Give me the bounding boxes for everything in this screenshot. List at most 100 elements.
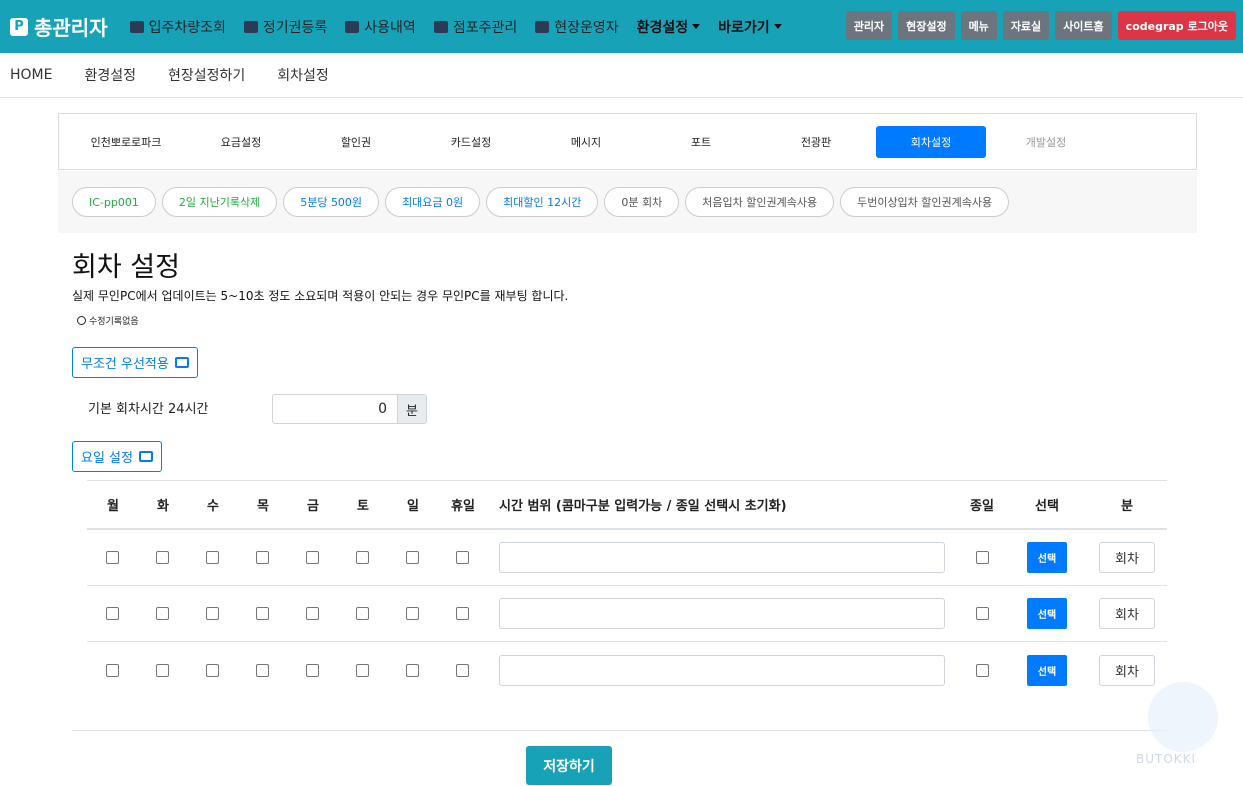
checkbox-fri[interactable] [306, 530, 319, 585]
header-tue: 화 [157, 499, 169, 514]
priority-apply-button[interactable]: 무조건 우선적용 [72, 347, 198, 378]
table-header: 월 화 수 목 금 토 일 휴일 시간 범위 (콤마구분 입력가능 / 종일 선… [87, 480, 1167, 530]
divider [72, 730, 1167, 731]
nav-settings-dropdown[interactable]: 환경설정 [637, 17, 701, 37]
tab-port[interactable]: 포트 [646, 126, 756, 158]
nav-store-owner[interactable]: 점포주관리 [433, 17, 517, 37]
return-minutes-field[interactable]: 회차 [1099, 642, 1155, 698]
site-home-button[interactable]: 사이트홈 [1055, 11, 1112, 40]
checkbox-thu[interactable] [256, 586, 269, 641]
pill-repeat-entry[interactable]: 두번이상입차 할인권계속사용 [840, 187, 1010, 217]
select-button[interactable]: 선택 [1027, 586, 1067, 641]
header-select: 선택 [1035, 499, 1059, 514]
checkbox-thu[interactable] [256, 530, 269, 585]
breadcrumb-settings[interactable]: 환경설정 [84, 65, 136, 85]
header-thu: 목 [257, 499, 269, 514]
table-row: 선택 회차 [87, 642, 1167, 698]
breadcrumb-site-settings[interactable]: 현장설정하기 [168, 65, 245, 85]
pill-site-code[interactable]: IC-pp001 [72, 187, 156, 217]
tab-dev-settings[interactable]: 개발설정 [991, 126, 1101, 158]
checkbox-thu[interactable] [256, 642, 269, 698]
header-sat: 토 [357, 499, 369, 514]
checkbox-mon[interactable] [106, 642, 119, 698]
day-settings-button[interactable]: 요일 설정 [72, 441, 162, 472]
checkbox-holiday[interactable] [456, 642, 469, 698]
return-minutes-field[interactable]: 회차 [1099, 530, 1155, 585]
checkbox-sun[interactable] [406, 642, 419, 698]
base-return-minutes-input[interactable]: 0 [272, 394, 398, 424]
checkbox-allday[interactable] [976, 530, 989, 585]
pill-log-delete[interactable]: 2일 지난기록삭제 [161, 187, 278, 217]
tab-discount[interactable]: 할인권 [301, 126, 411, 158]
save-button[interactable]: 저장하기 [526, 746, 612, 785]
tab-return-settings[interactable]: 회차설정 [876, 125, 986, 158]
menu-button[interactable]: 메뉴 [960, 11, 997, 40]
site-settings-button[interactable]: 현장설정 [898, 11, 955, 40]
printer-icon [345, 20, 360, 33]
nav-vehicle-search[interactable]: 입주차량조회 [129, 17, 226, 37]
header-sun: 일 [407, 499, 419, 514]
time-range-input[interactable] [499, 530, 945, 585]
checkbox-holiday[interactable] [456, 586, 469, 641]
time-range-input[interactable] [499, 642, 945, 698]
tab-display-board[interactable]: 전광판 [761, 126, 871, 158]
checkbox-sat[interactable] [356, 642, 369, 698]
base-return-label: 기본 회차시간 24시간 [88, 402, 209, 417]
checkbox-tue[interactable] [156, 586, 169, 641]
caret-down-icon [692, 24, 701, 29]
checkbox-fri[interactable] [306, 642, 319, 698]
pill-rate[interactable]: 5분당 500원 [283, 187, 380, 217]
brand-title: 총관리자 [34, 16, 108, 40]
checkbox-sat[interactable] [356, 586, 369, 641]
nav-site-operator[interactable]: 현장운영자 [535, 17, 619, 37]
time-range-input[interactable] [499, 586, 945, 641]
breadcrumb-return-settings[interactable]: 회차설정 [277, 65, 329, 85]
archive-button[interactable]: 자료실 [1002, 11, 1050, 40]
checkbox-allday[interactable] [976, 586, 989, 641]
minutes-unit-label: 분 [398, 394, 427, 424]
breadcrumb: HOME 환경설정 현장설정하기 회차설정 [0, 53, 1243, 98]
table-row: 선택 회차 [87, 586, 1167, 642]
header-mon: 월 [107, 499, 119, 514]
checkbox-tue[interactable] [156, 530, 169, 585]
select-button[interactable]: 선택 [1027, 642, 1067, 698]
checkbox-sat[interactable] [356, 530, 369, 585]
checkbox-sun[interactable] [406, 530, 419, 585]
logout-button[interactable]: codegrap 로그아웃 [1117, 11, 1236, 40]
checkbox-holiday[interactable] [456, 530, 469, 585]
tab-message[interactable]: 메시지 [531, 126, 641, 158]
checkbox-tue[interactable] [156, 642, 169, 698]
nav-shortcuts-dropdown[interactable]: 바로가기 [718, 17, 782, 37]
nav-usage-history[interactable]: 사용내역 [345, 17, 416, 37]
select-button[interactable]: 선택 [1027, 530, 1067, 585]
pill-first-entry[interactable]: 처음입차 할인권계속사용 [685, 187, 835, 217]
return-minutes-field[interactable]: 회차 [1099, 586, 1155, 641]
base-return-input-group: 0 분 [272, 394, 427, 424]
checkbox-sun[interactable] [406, 586, 419, 641]
page-description: 실제 무인PC에서 업데이트는 5~10초 정도 소요되며 적용이 안되는 경우… [72, 289, 569, 303]
pill-return-minutes[interactable]: 0분 회차 [604, 187, 680, 217]
checkbox-wed[interactable] [206, 642, 219, 698]
header-time-range: 시간 범위 (콤마구분 입력가능 / 종일 선택시 초기화) [499, 499, 787, 514]
store-icon [433, 20, 448, 33]
checkbox-mon[interactable] [106, 530, 119, 585]
tab-fee-settings[interactable]: 요금설정 [186, 126, 296, 158]
pill-max-fee[interactable]: 최대요금 0원 [385, 187, 481, 217]
checkbox-allday[interactable] [976, 642, 989, 698]
top-buttons: 관리자 현장설정 메뉴 자료실 사이트홈 codegrap 로그아웃 [845, 11, 1236, 40]
admin-button[interactable]: 관리자 [845, 11, 893, 40]
pill-max-discount[interactable]: 최대할인 12시간 [486, 187, 599, 217]
checkbox-wed[interactable] [206, 530, 219, 585]
day-schedule-table: 월 화 수 목 금 토 일 휴일 시간 범위 (콤마구분 입력가능 / 종일 선… [87, 480, 1167, 698]
checkbox-wed[interactable] [206, 586, 219, 641]
tab-card-settings[interactable]: 카드설정 [416, 126, 526, 158]
tab-site-name[interactable]: 인천뽀로로파크 [71, 126, 181, 158]
checkbox-fri[interactable] [306, 586, 319, 641]
checkbox-mon[interactable] [106, 586, 119, 641]
header-minutes: 분 [1121, 499, 1133, 514]
brand[interactable]: P 총관리자 [10, 12, 108, 41]
caret-down-icon [773, 24, 782, 29]
laptop-icon [138, 451, 153, 462]
nav-pass-register[interactable]: 정기권등록 [243, 17, 327, 37]
breadcrumb-home[interactable]: HOME [10, 67, 52, 83]
